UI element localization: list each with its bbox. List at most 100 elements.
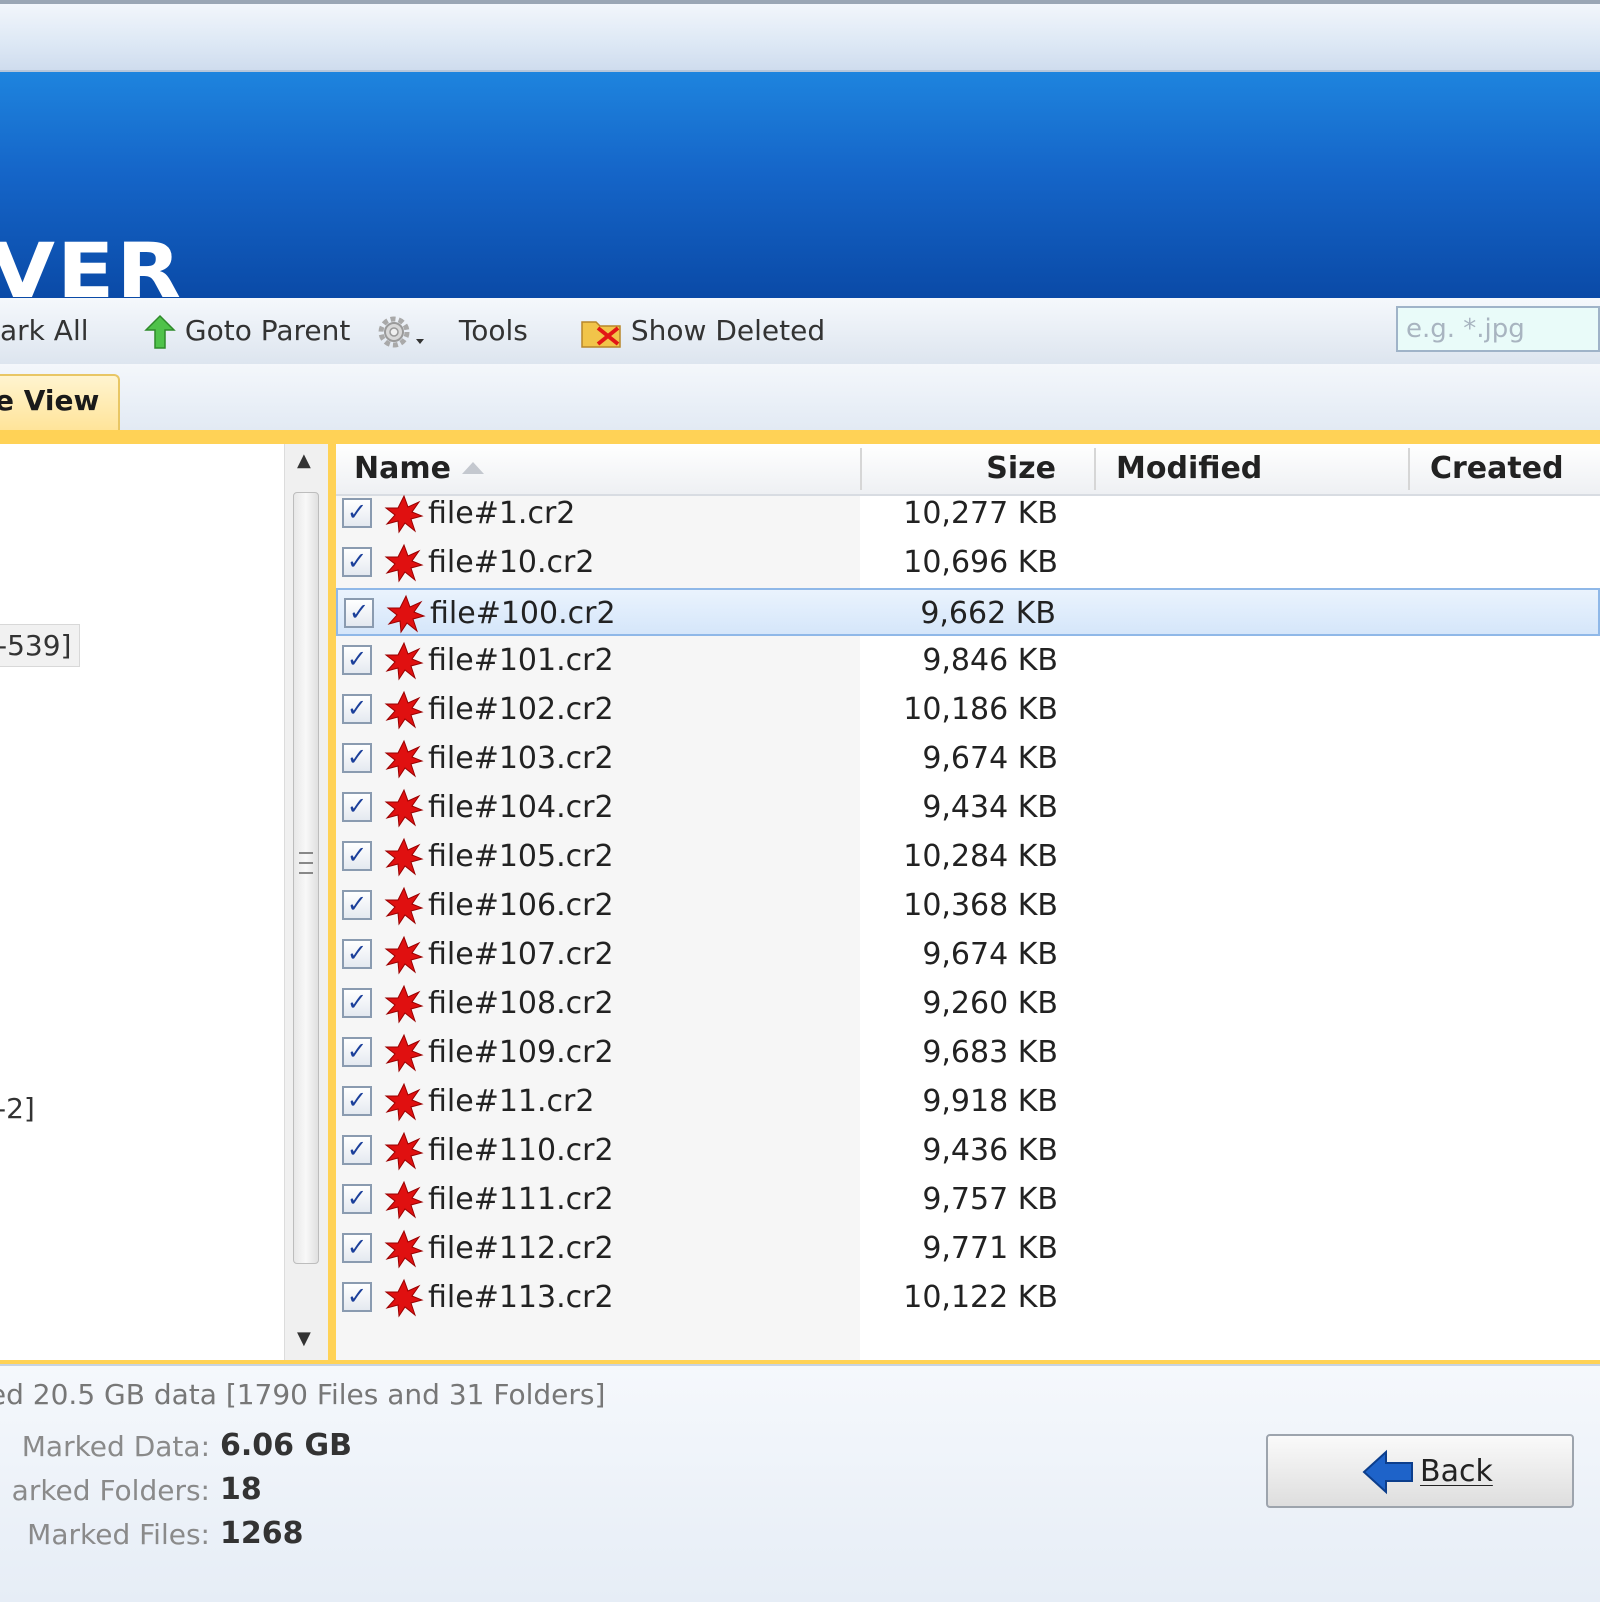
file-size: 10,186 KB xyxy=(903,692,1058,727)
file-size: 9,434 KB xyxy=(922,790,1058,825)
table-row[interactable]: ✓ file#110.cr2 9,436 KB xyxy=(336,1127,1600,1175)
show-deleted-label: Show Deleted xyxy=(630,314,826,347)
column-divider[interactable] xyxy=(1094,448,1096,490)
deleted-file-icon xyxy=(384,690,424,730)
table-row[interactable]: ✓ file#104.cr2 9,434 KB xyxy=(336,784,1600,832)
file-size: 10,696 KB xyxy=(903,545,1058,580)
table-row[interactable]: ✓ file#103.cr2 9,674 KB xyxy=(336,735,1600,783)
mark-all-label: ark All xyxy=(0,314,89,347)
row-checkbox[interactable]: ✓ xyxy=(342,939,372,969)
show-deleted-folder-icon xyxy=(581,321,621,348)
row-checkbox[interactable]: ✓ xyxy=(342,841,372,871)
scan-summary-text: red 20.5 GB data [1790 Files and 31 Fold… xyxy=(0,1378,606,1411)
back-button[interactable]: Back xyxy=(1266,1434,1574,1508)
deleted-file-icon xyxy=(384,984,424,1024)
file-size: 9,683 KB xyxy=(922,1035,1058,1070)
goto-parent-button[interactable]: Goto Parent xyxy=(144,312,350,350)
file-name: file#112.cr2 xyxy=(428,1231,614,1266)
marked-data-label: Marked Data: xyxy=(21,1430,210,1463)
back-arrow-icon xyxy=(1362,1449,1413,1495)
table-row[interactable]: ✓ file#10.cr2 10,696 KB xyxy=(336,539,1600,587)
table-row[interactable]: ✓ file#1.cr2 10,277 KB xyxy=(336,490,1600,538)
file-size: 9,918 KB xyxy=(922,1084,1058,1119)
file-name: file#113.cr2 xyxy=(428,1280,614,1315)
mark-all-button[interactable]: ark All xyxy=(0,312,89,350)
file-size: 9,436 KB xyxy=(922,1133,1058,1168)
table-row[interactable]: ✓ file#100.cr2 9,662 KB xyxy=(336,588,1600,636)
table-row[interactable]: ✓ file#107.cr2 9,674 KB xyxy=(336,931,1600,979)
row-checkbox[interactable]: ✓ xyxy=(342,498,372,528)
table-row[interactable]: ✓ file#111.cr2 9,757 KB xyxy=(336,1176,1600,1224)
deleted-file-icon xyxy=(384,1131,424,1171)
scrollbar-grip-icon xyxy=(299,852,313,874)
row-checkbox[interactable]: ✓ xyxy=(342,1037,372,1067)
row-checkbox[interactable]: ✓ xyxy=(344,598,374,628)
file-name: file#106.cr2 xyxy=(428,888,614,923)
column-header-created[interactable]: Created xyxy=(1430,444,1564,494)
file-size: 9,674 KB xyxy=(922,741,1058,776)
file-name: file#107.cr2 xyxy=(428,937,614,972)
file-name: file#109.cr2 xyxy=(428,1035,614,1070)
file-name: file#102.cr2 xyxy=(428,692,614,727)
scroll-down-arrow-icon[interactable]: ▼ xyxy=(297,1328,311,1349)
column-header-row: Name Size Modified Created xyxy=(336,444,1600,496)
pane-splitter[interactable] xyxy=(328,444,336,1360)
tree-scrollbar[interactable]: ▲ ▼ xyxy=(284,444,329,1360)
file-name: file#111.cr2 xyxy=(428,1182,614,1217)
file-name: file#100.cr2 xyxy=(430,596,616,631)
table-row[interactable]: ✓ file#112.cr2 9,771 KB xyxy=(336,1225,1600,1273)
back-button-label: Back xyxy=(1420,1454,1493,1489)
table-row[interactable]: ✓ file#108.cr2 9,260 KB xyxy=(336,980,1600,1028)
file-filter-input[interactable] xyxy=(1396,306,1600,352)
file-name: file#1.cr2 xyxy=(428,496,576,531)
table-row[interactable]: ✓ file#101.cr2 9,846 KB xyxy=(336,637,1600,685)
table-row[interactable]: ✓ file#102.cr2 10,186 KB xyxy=(336,686,1600,734)
file-name: file#104.cr2 xyxy=(428,790,614,825)
tree-scrollbar-thumb[interactable] xyxy=(293,492,319,1264)
table-row[interactable]: ✓ file#109.cr2 9,683 KB xyxy=(336,1029,1600,1077)
row-checkbox[interactable]: ✓ xyxy=(342,1233,372,1263)
row-checkbox[interactable]: ✓ xyxy=(342,645,372,675)
row-checkbox[interactable]: ✓ xyxy=(342,890,372,920)
folder-tree-pane[interactable]: -539] -2] xyxy=(0,444,284,1360)
table-row[interactable]: ✓ file#11.cr2 9,918 KB xyxy=(336,1078,1600,1126)
row-checkbox[interactable]: ✓ xyxy=(342,1135,372,1165)
tree-item[interactable]: -539] xyxy=(0,624,81,667)
column-header-name[interactable]: Name xyxy=(354,444,451,494)
tab-tree-view[interactable]: ee View xyxy=(0,374,120,430)
deleted-file-icon xyxy=(384,886,424,926)
file-name: file#10.cr2 xyxy=(428,545,595,580)
scroll-up-arrow-icon[interactable]: ▲ xyxy=(297,450,311,471)
tree-item[interactable]: -2] xyxy=(0,1088,43,1129)
file-name: file#11.cr2 xyxy=(428,1084,595,1119)
column-header-size[interactable]: Size xyxy=(976,444,1056,494)
status-panel: red 20.5 GB data [1790 Files and 31 Fold… xyxy=(0,1364,1600,1602)
column-header-modified[interactable]: Modified xyxy=(1116,444,1262,494)
row-checkbox[interactable]: ✓ xyxy=(342,1184,372,1214)
show-deleted-button[interactable]: Show Deleted xyxy=(580,312,825,350)
tools-button[interactable]: Tools xyxy=(376,312,528,350)
table-row[interactable]: ✓ file#113.cr2 10,122 KB xyxy=(336,1274,1600,1322)
file-list-pane: Name Size Modified Created ✓ file#1.cr2 10… xyxy=(336,444,1600,1360)
deleted-file-icon xyxy=(384,1082,424,1122)
row-checkbox[interactable]: ✓ xyxy=(342,1282,372,1312)
column-divider[interactable] xyxy=(1408,448,1410,490)
toolbar: ark All Goto Parent Tools Show Deleted xyxy=(0,298,1600,365)
file-size: 10,277 KB xyxy=(903,496,1058,531)
row-checkbox[interactable]: ✓ xyxy=(342,792,372,822)
file-size: 9,757 KB xyxy=(922,1182,1058,1217)
row-checkbox[interactable]: ✓ xyxy=(342,1086,372,1116)
deleted-file-icon xyxy=(384,641,424,681)
row-checkbox[interactable]: ✓ xyxy=(342,547,372,577)
window-title-bar xyxy=(0,0,1600,72)
file-name: file#105.cr2 xyxy=(428,839,614,874)
table-row[interactable]: ✓ file#106.cr2 10,368 KB xyxy=(336,882,1600,930)
table-row[interactable]: ✓ file#105.cr2 10,284 KB xyxy=(336,833,1600,881)
tools-label: Tools xyxy=(458,314,528,347)
row-checkbox[interactable]: ✓ xyxy=(342,694,372,724)
row-checkbox[interactable]: ✓ xyxy=(342,988,372,1018)
row-checkbox[interactable]: ✓ xyxy=(342,743,372,773)
file-size: 9,674 KB xyxy=(922,937,1058,972)
column-divider[interactable] xyxy=(860,448,862,490)
deleted-file-icon xyxy=(384,1033,424,1073)
